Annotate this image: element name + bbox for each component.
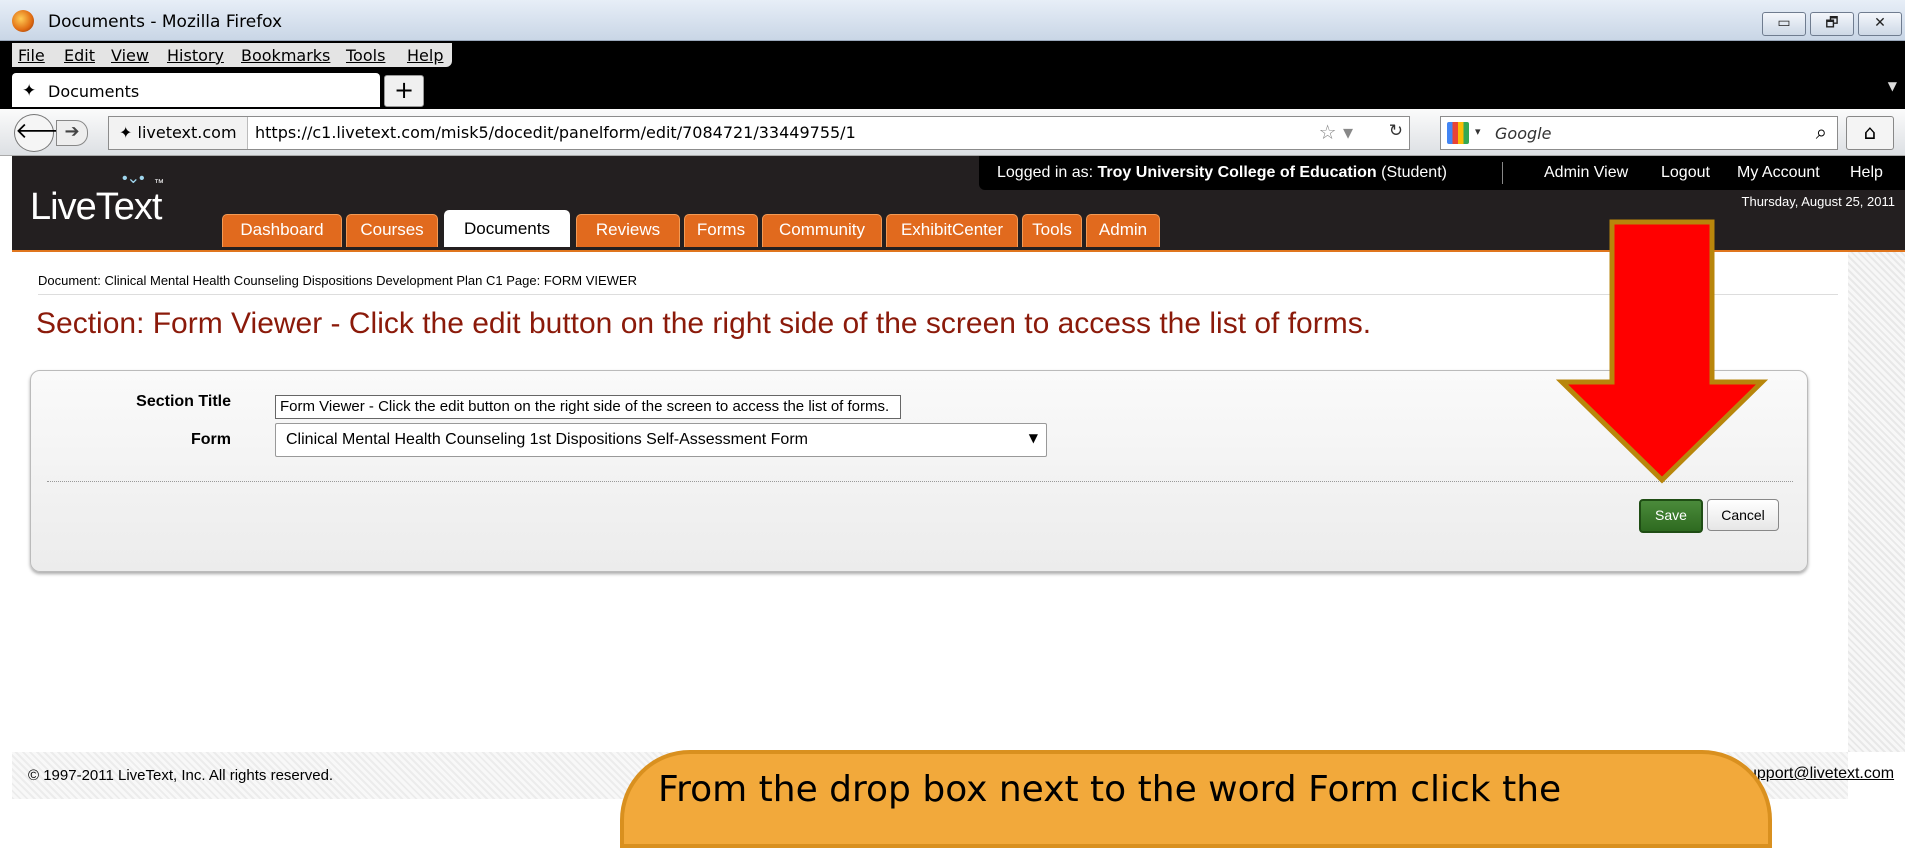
window-titlebar: Documents - Mozilla Firefox ▭ 🗗 ✕	[0, 0, 1905, 41]
site-favicon-icon: ✦	[119, 123, 138, 142]
user-bar: Logged in as: Troy University College of…	[979, 156, 1905, 190]
menu-tools[interactable]: Tools	[346, 46, 385, 65]
site-identity-button[interactable]: ✦ livetext.com	[109, 117, 248, 149]
menu-bar: File Edit View History Bookmarks Tools H…	[0, 41, 1905, 69]
form-label: Form	[191, 431, 231, 448]
page-scrollbar[interactable]	[1848, 252, 1905, 752]
menu-view[interactable]: View	[111, 46, 149, 65]
menu-help[interactable]: Help	[407, 46, 443, 65]
firefox-logo-icon	[12, 10, 34, 32]
callout-text: From the drop box next to the word Form …	[658, 769, 1562, 810]
engine-dropdown-icon[interactable]: ▾	[1475, 125, 1481, 138]
menu-edit[interactable]: Edit	[64, 46, 95, 65]
instruction-callout: From the drop box next to the word Form …	[620, 750, 1772, 848]
form-select[interactable]: Clinical Mental Health Counseling 1st Di…	[275, 423, 1047, 457]
address-bar[interactable]: ✦ livetext.com https://c1.livetext.com/m…	[108, 116, 1410, 150]
forward-button[interactable]: ➔	[56, 120, 88, 146]
section-title-input[interactable]: Form Viewer - Click the edit button on t…	[275, 395, 901, 419]
url-text[interactable]: https://c1.livetext.com/misk5/docedit/pa…	[255, 117, 856, 149]
reload-icon[interactable]: ↻	[1389, 121, 1403, 141]
tab-list-dropdown-icon[interactable]: ▼	[1888, 79, 1897, 93]
menu-history[interactable]: History	[167, 46, 224, 65]
admin-view-link[interactable]: Admin View	[1544, 164, 1628, 182]
search-bar[interactable]: ▾ Google ⌕	[1440, 116, 1838, 150]
browser-tab-documents[interactable]: ✦ Documents	[12, 73, 380, 107]
livetext-favicon-icon: ✦	[22, 81, 37, 101]
chevron-down-icon[interactable]: ▼	[1029, 431, 1038, 445]
google-engine-icon[interactable]	[1447, 122, 1469, 144]
copyright-text: © 1997-2011 LiveText, Inc. All rights re…	[28, 767, 334, 784]
section-heading: Section: Form Viewer - Click the edit bu…	[36, 307, 1372, 340]
browser-tab-label: Documents	[48, 82, 140, 101]
login-role: (Student)	[1376, 164, 1447, 181]
breadcrumb: Document: Clinical Mental Health Counsel…	[38, 273, 637, 288]
login-prefix: Logged in as:	[997, 164, 1098, 181]
close-button[interactable]: ✕	[1858, 12, 1902, 36]
panel-divider	[47, 481, 1793, 482]
menu-file[interactable]: File	[18, 46, 45, 65]
window-title: Documents - Mozilla Firefox	[48, 12, 283, 32]
search-placeholder: Google	[1495, 124, 1552, 143]
site-identity-label: livetext.com	[137, 123, 237, 142]
tab-community[interactable]: Community	[762, 214, 882, 247]
tab-forms[interactable]: Forms	[684, 214, 758, 247]
new-tab-button[interactable]: +	[384, 75, 424, 107]
browser-tab-bar: ✦ Documents + ▼	[0, 69, 1905, 109]
section-title-label: Section Title	[136, 393, 231, 410]
logo-figure-icon: •⌄•	[122, 170, 145, 187]
minimize-button[interactable]: ▭	[1762, 12, 1806, 36]
logout-link[interactable]: Logout	[1661, 164, 1710, 182]
login-name: Troy University College of Education	[1097, 164, 1377, 181]
login-status: Logged in as: Troy University College of…	[997, 164, 1447, 182]
tab-dashboard[interactable]: Dashboard	[222, 214, 342, 247]
bookmark-star-icon[interactable]: ☆ ▾	[1319, 120, 1353, 144]
menu-bookmarks[interactable]: Bookmarks	[241, 46, 330, 65]
tab-courses[interactable]: Courses	[346, 214, 438, 247]
help-link[interactable]: Help	[1850, 164, 1883, 182]
logo-trademark: ™	[154, 178, 164, 189]
current-date: Thursday, August 25, 2011	[1741, 194, 1895, 209]
cancel-button[interactable]: Cancel	[1707, 499, 1779, 531]
tab-reviews[interactable]: Reviews	[576, 214, 680, 247]
tab-admin[interactable]: Admin	[1086, 214, 1160, 247]
form-select-value: Clinical Mental Health Counseling 1st Di…	[286, 431, 808, 448]
home-icon: ⌂	[1863, 120, 1877, 144]
navigation-toolbar: 🡐 ➔ ✦ livetext.com https://c1.livetext.c…	[0, 109, 1905, 156]
home-button[interactable]: ⌂	[1846, 116, 1894, 150]
back-button[interactable]: 🡐	[14, 114, 74, 152]
tab-tools[interactable]: Tools	[1022, 214, 1082, 247]
support-email-link[interactable]: support@livetext.com	[1740, 765, 1894, 783]
user-bar-divider	[1502, 162, 1503, 184]
tab-documents[interactable]: Documents	[444, 210, 570, 247]
save-button[interactable]: Save	[1639, 499, 1703, 533]
restore-button[interactable]: 🗗	[1810, 12, 1854, 36]
tab-exhibitcenter[interactable]: ExhibitCenter	[886, 214, 1018, 247]
my-account-link[interactable]: My Account	[1737, 164, 1820, 182]
logo-text: LiveText	[30, 186, 162, 228]
search-icon[interactable]: ⌕	[1816, 120, 1827, 144]
section-edit-panel: Section Title Form Viewer - Click the ed…	[30, 370, 1808, 572]
red-arrow-annotation-icon	[1556, 219, 1768, 484]
livetext-logo[interactable]: LiveText •⌄• ™	[30, 170, 164, 229]
